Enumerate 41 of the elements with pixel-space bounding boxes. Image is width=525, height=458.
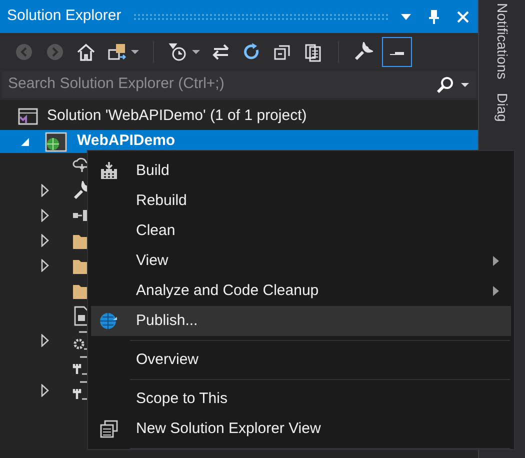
menu-item[interactable]: Overview — [91, 345, 511, 375]
caret-icon[interactable] — [192, 50, 200, 54]
window-title: Solution Explorer — [7, 6, 122, 26]
web-project-icon — [45, 132, 67, 152]
menu-item[interactable]: Build — [91, 156, 511, 186]
menu-item[interactable]: New Solution Explorer View — [91, 414, 511, 444]
menu-item[interactable]: Clean — [91, 216, 511, 246]
search-icon[interactable] — [436, 76, 454, 94]
expand-arrow-icon[interactable] — [40, 184, 50, 197]
folder-swap-icon[interactable] — [107, 42, 127, 62]
preview-button[interactable] — [382, 37, 412, 67]
menu-item[interactable]: Rebuild — [91, 186, 511, 216]
windows-icon — [99, 419, 119, 439]
search-box[interactable]: Search Solution Explorer (Ctrl+;) — [2, 71, 476, 98]
copy-pages-icon[interactable] — [304, 42, 324, 62]
side-tab[interactable]: Diag — [492, 93, 512, 122]
menu-item[interactable]: View — [91, 246, 511, 276]
dropdown-icon[interactable] — [400, 12, 412, 20]
expand-arrow-icon[interactable] — [40, 334, 50, 347]
expand-arrow-icon[interactable] — [40, 384, 50, 397]
build-icon — [99, 161, 119, 181]
sync-icon[interactable] — [211, 42, 231, 62]
wrench-icon[interactable] — [353, 42, 373, 62]
pin-icon[interactable] — [428, 8, 440, 24]
expand-arrow-icon[interactable] — [40, 259, 50, 272]
home-icon[interactable] — [76, 42, 96, 62]
caret-icon[interactable] — [131, 50, 139, 54]
menu-item[interactable]: Scope to This — [91, 384, 511, 414]
caret-icon[interactable] — [460, 82, 470, 88]
solution-icon — [18, 108, 38, 124]
expanded-arrow-icon[interactable] — [19, 136, 31, 148]
side-tab[interactable]: Notifications — [492, 3, 512, 80]
solution-label[interactable]: Solution 'WebAPIDemo' (1 of 1 project) — [47, 104, 307, 128]
menu-item[interactable]: Analyze and Code Cleanup — [91, 276, 511, 306]
expand-arrow-icon[interactable] — [40, 209, 50, 222]
globe-icon — [99, 311, 119, 331]
menu-item[interactable]: Publish... — [91, 306, 511, 336]
clock-filter-icon[interactable] — [168, 42, 188, 62]
close-icon[interactable] — [456, 10, 470, 24]
search-field[interactable]: Search Solution Explorer (Ctrl+;) — [8, 73, 436, 96]
expand-arrow-icon[interactable] — [40, 234, 50, 247]
